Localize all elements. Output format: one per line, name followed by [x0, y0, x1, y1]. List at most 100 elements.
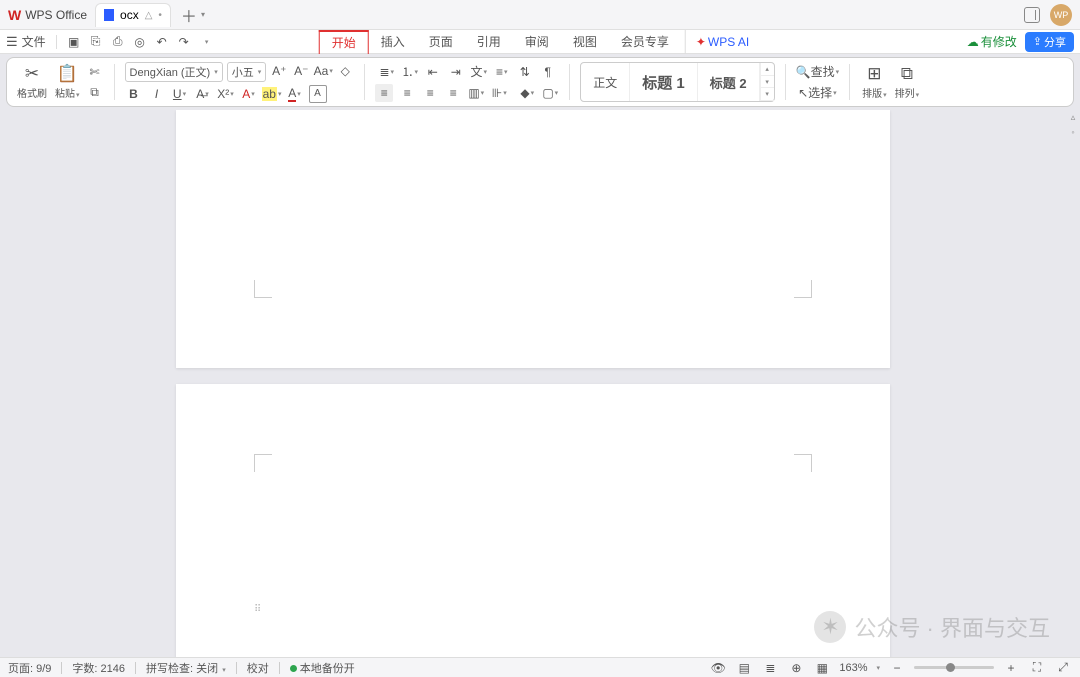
change-case-icon[interactable]: Aa▾ — [314, 62, 332, 80]
text-effect-icon[interactable]: A▾ — [240, 85, 258, 103]
font-name-select[interactable]: DengXian (正文)▾ — [125, 62, 223, 82]
sort-icon[interactable]: ⇅ — [516, 63, 534, 81]
font-color-icon[interactable]: A▾ — [286, 85, 304, 103]
cloud-status-icon: △ — [145, 10, 153, 21]
new-tab-button[interactable]: ＋ — [181, 3, 197, 27]
zoom-level[interactable]: 163% — [839, 662, 867, 674]
qat-more-icon[interactable]: ▾ — [200, 35, 214, 49]
share-icon: ⇪ — [1033, 35, 1042, 48]
select-button[interactable]: ↖ 选择▾ — [798, 84, 837, 102]
align-distribute-icon[interactable]: ▥▾ — [467, 84, 485, 102]
section-handle-icon[interactable]: ⠿ — [254, 608, 262, 612]
print-preview-icon[interactable]: ◎ — [133, 35, 147, 49]
tab-page[interactable]: 页面 — [417, 30, 465, 54]
gutter-marker-icon[interactable]: ◦ — [1071, 127, 1074, 137]
underline-icon[interactable]: U▾ — [171, 85, 189, 103]
status-page[interactable]: 页面: 9/9 — [8, 660, 51, 676]
app-logo: W WPS Office — [8, 7, 87, 23]
superscript-icon[interactable]: X²▾ — [217, 85, 235, 103]
clear-format-icon[interactable]: ◇ — [336, 62, 354, 80]
view-page-icon[interactable]: ▤ — [735, 659, 753, 677]
tab-wps-ai[interactable]: ✦WPS AI — [685, 30, 761, 54]
decrease-font-icon[interactable]: A⁻ — [292, 62, 310, 80]
document-tab[interactable]: ocx △ • — [95, 3, 171, 27]
shading-icon[interactable]: ◆▾ — [518, 84, 536, 102]
tab-review[interactable]: 审阅 — [513, 30, 561, 54]
side-panel-toggle-icon[interactable] — [1024, 7, 1040, 23]
style-prev-icon[interactable]: ▴ — [761, 63, 774, 76]
style-heading2[interactable]: 标题 2 — [698, 63, 760, 101]
paste-button[interactable]: 📋 粘贴▾ — [53, 64, 82, 100]
style-next-icon[interactable]: ▾ — [761, 76, 774, 89]
view-read-icon[interactable]: ▦ — [813, 659, 831, 677]
tab-reference[interactable]: 引用 — [465, 30, 513, 54]
align-center-icon[interactable]: ≡ — [398, 84, 416, 102]
bullets-icon[interactable]: ≣▾ — [378, 63, 396, 81]
file-menu[interactable]: 文件 — [22, 33, 46, 50]
tab-insert[interactable]: 插入 — [369, 30, 417, 54]
zoom-thumb[interactable] — [946, 663, 955, 672]
strikethrough-icon[interactable]: A̶▾ — [194, 85, 212, 103]
view-outline-icon[interactable]: ≣ — [761, 659, 779, 677]
style-heading1[interactable]: 标题 1 — [630, 63, 698, 101]
align-left-icon[interactable]: ≡ — [375, 84, 393, 102]
zoom-slider[interactable] — [914, 666, 994, 669]
align-right-icon[interactable]: ≡ — [421, 84, 439, 102]
tab-member[interactable]: 会员专享 — [609, 30, 681, 54]
tab-stops-icon[interactable]: ⊪▾ — [490, 84, 508, 102]
save-icon[interactable]: ▣ — [67, 35, 81, 49]
italic-icon[interactable]: I — [148, 85, 166, 103]
text-direction-icon[interactable]: 文▾ — [470, 63, 488, 81]
status-proofing[interactable]: 校对 — [247, 660, 269, 676]
arrange-icon: ⧉ — [901, 64, 913, 84]
right-gutter: ▵ ◦ — [1068, 112, 1078, 137]
find-button[interactable]: 🔍 查找▾ — [796, 63, 839, 81]
undo-icon[interactable]: ↶ — [155, 35, 169, 49]
share-button[interactable]: ⇪ 分享 — [1025, 32, 1074, 52]
fit-width-icon[interactable]: ⛶ — [1028, 659, 1046, 677]
copy-icon[interactable]: ⧉ — [86, 84, 104, 102]
align-justify-icon[interactable]: ≡ — [444, 84, 462, 102]
tab-view[interactable]: 视图 — [561, 30, 609, 54]
layout-button[interactable]: ⊞ 排版▾ — [860, 64, 889, 100]
style-normal[interactable]: 正文 — [581, 63, 630, 101]
arrange-button[interactable]: ⧉ 排列▾ — [893, 64, 922, 100]
line-spacing-icon[interactable]: ≡▾ — [493, 63, 511, 81]
style-more-icon[interactable]: ▾ — [761, 88, 774, 101]
hamburger-menu-icon[interactable]: ☰ — [6, 34, 18, 50]
cloud-sync-status[interactable]: ☁ 有修改 — [967, 33, 1017, 50]
show-marks-icon[interactable]: ¶ — [539, 63, 557, 81]
status-spellcheck[interactable]: 拼写检查: 关闭 ▾ — [146, 660, 226, 676]
document-canvas[interactable]: ⠿ — [0, 110, 1066, 657]
tab-dot-icon: • — [158, 10, 162, 21]
gutter-up-icon[interactable]: ▵ — [1071, 112, 1076, 123]
redo-icon[interactable]: ↷ — [177, 35, 191, 49]
zoom-out-icon[interactable]: − — [888, 659, 906, 677]
increase-indent-icon[interactable]: ⇥ — [447, 63, 465, 81]
decrease-indent-icon[interactable]: ⇤ — [424, 63, 442, 81]
bold-icon[interactable]: B — [125, 85, 143, 103]
font-size-select[interactable]: 小五▾ — [227, 62, 267, 82]
cloud-icon: ☁ — [967, 35, 979, 49]
tab-home[interactable]: 开始 — [319, 30, 369, 54]
increase-font-icon[interactable]: A⁺ — [270, 62, 288, 80]
cut-icon[interactable]: ✄ — [86, 63, 104, 81]
tab-list-menu[interactable]: ▾ — [201, 10, 205, 19]
page-9[interactable]: ⠿ — [176, 384, 890, 657]
export-icon[interactable]: ⎘ — [89, 35, 103, 49]
fullscreen-icon[interactable]: ⤢ — [1054, 659, 1072, 677]
status-word-count[interactable]: 字数: 2146 — [72, 660, 125, 676]
view-web-icon[interactable]: ⊕ — [787, 659, 805, 677]
zoom-in-icon[interactable]: + — [1002, 659, 1020, 677]
highlight-icon[interactable]: ab▾ — [263, 85, 281, 103]
print-icon[interactable]: ⎙ — [111, 35, 125, 49]
status-backup[interactable]: 本地备份开 — [290, 660, 355, 676]
format-painter-button[interactable]: ✂ 格式刷 — [15, 64, 49, 100]
eye-icon[interactable]: 👁 — [709, 659, 727, 677]
borders-icon[interactable]: ▢▾ — [541, 84, 559, 102]
character-border-icon[interactable]: A — [309, 85, 327, 103]
user-avatar[interactable]: WP — [1050, 4, 1072, 26]
page-8[interactable] — [176, 110, 890, 368]
numbering-icon[interactable]: ⒈▾ — [401, 63, 419, 81]
ribbon-tabs: 开始 插入 页面 引用 审阅 视图 会员专享 ✦WPS AI — [319, 30, 762, 54]
